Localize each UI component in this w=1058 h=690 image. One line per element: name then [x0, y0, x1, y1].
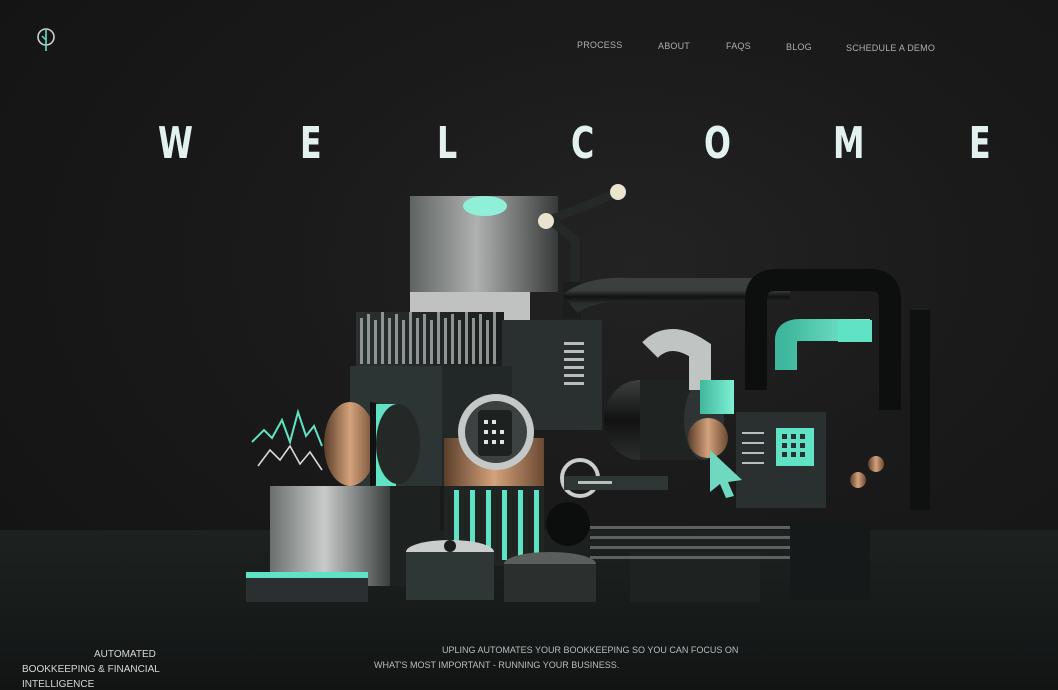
landing-page: PROCESS ABOUT FAQS BLOG SCHEDULE A DEMO …: [0, 0, 1058, 690]
tagline-left-line: AUTOMATED: [94, 649, 156, 660]
nav-process[interactable]: PROCESS: [577, 40, 622, 50]
tagline-left-line: BOOKKEEPING & FINANCIAL: [22, 664, 160, 675]
hero-letter: E: [969, 118, 991, 169]
hero-title: W E L C O M E: [0, 118, 1058, 178]
tagline-center-line: UPLING AUTOMATES YOUR BOOKKEEPING SO YOU…: [442, 645, 739, 655]
nav-blog[interactable]: BLOG: [786, 42, 812, 52]
tagline-center-line: WHAT'S MOST IMPORTANT - RUNNING YOUR BUS…: [374, 660, 620, 670]
hero-letter: M: [833, 118, 865, 169]
tagline-center: UPLING AUTOMATES YOUR BOOKKEEPING SO YOU…: [370, 643, 790, 673]
tagline-left: AUTOMATED BOOKKEEPING & FINANCIAL INTELL…: [22, 647, 172, 690]
top-nav: PROCESS ABOUT FAQS BLOG SCHEDULE A DEMO: [0, 40, 1058, 54]
hero-letter: W: [158, 118, 193, 169]
hero-letter: C: [571, 118, 595, 169]
hero-letter: L: [437, 118, 458, 169]
nav-about[interactable]: ABOUT: [658, 41, 690, 51]
hero-letter: O: [704, 118, 731, 169]
nav-faqs[interactable]: FAQS: [726, 41, 751, 51]
nav-schedule-demo[interactable]: SCHEDULE A DEMO: [846, 43, 935, 53]
tagline-left-line: INTELLIGENCE: [22, 679, 95, 690]
hero-letter: E: [300, 118, 322, 169]
hero-machine-illustration: [246, 184, 930, 602]
